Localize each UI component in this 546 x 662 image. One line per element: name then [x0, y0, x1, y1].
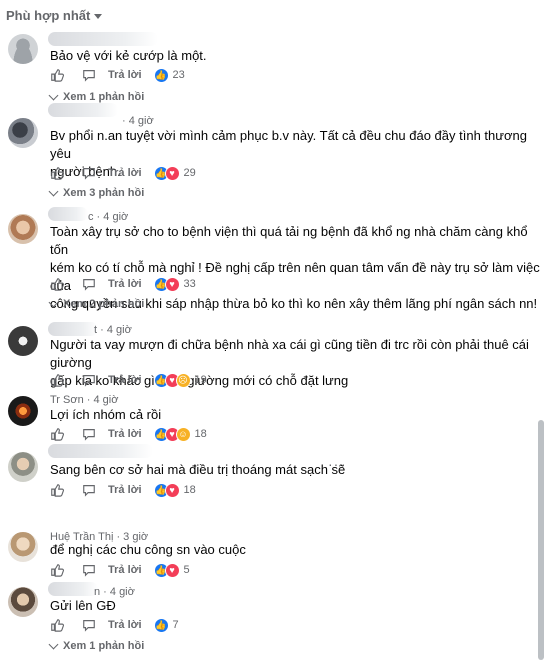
chat-bubble-icon[interactable]: [82, 563, 96, 577]
like-reaction-icon: 👍: [153, 67, 169, 83]
thumbs-up-icon[interactable]: [50, 373, 64, 387]
chat-bubble-icon[interactable]: [82, 373, 96, 387]
commenter-name[interactable]: [48, 582, 98, 596]
reaction-summary[interactable]: 👍 ♥ 18: [153, 482, 196, 498]
comment-actions: Trả lời 👍 23: [50, 67, 185, 83]
comment-actions: Trả lời 👍 ♥ 29: [50, 165, 196, 181]
reaction-summary[interactable]: 👍 ♥ 33: [153, 276, 196, 292]
avatar[interactable]: [8, 326, 38, 356]
reaction-count: 23: [172, 69, 185, 81]
commenter-name[interactable]: [48, 444, 153, 458]
view-replies-label: Xem 1 phản hồi: [63, 91, 145, 103]
chat-bubble-icon[interactable]: [82, 427, 96, 441]
avatar[interactable]: [8, 532, 38, 562]
reaction-summary[interactable]: 👍 ♥ 5: [153, 562, 190, 578]
chat-bubble-icon[interactable]: [82, 68, 96, 82]
thumbs-up-icon[interactable]: [50, 68, 64, 82]
reply-button[interactable]: Trả lời: [108, 69, 142, 81]
love-reaction-icon: ♥: [164, 562, 180, 578]
love-reaction-icon: ♥: [164, 276, 180, 292]
reply-button[interactable]: Trả lời: [108, 564, 142, 576]
view-replies-label: Xem 2 phản hồi: [63, 298, 145, 310]
avatar[interactable]: [8, 118, 38, 148]
reply-button[interactable]: Trả lời: [108, 374, 142, 386]
avatar[interactable]: [8, 587, 38, 617]
reply-button[interactable]: Trả lời: [108, 619, 142, 631]
comment-actions: Trả lời 👍 ♥ 18: [50, 482, 196, 498]
view-replies-link[interactable]: Xem 3 phản hồi: [48, 186, 145, 199]
caret-down-icon: [94, 14, 103, 19]
thumbs-up-icon[interactable]: [50, 618, 64, 632]
chevron-down-icon: [48, 186, 59, 197]
thumbs-up-icon[interactable]: [50, 483, 64, 497]
chevron-down-icon: [48, 90, 59, 101]
thumbs-up-icon[interactable]: [50, 277, 64, 291]
chevron-down-icon: [48, 297, 59, 308]
comment-actions: Trả lời 👍 ♥ ☹ 19: [50, 372, 207, 388]
comment-time: t · 4 giờ: [94, 324, 132, 336]
comment-text: để nghị các chu công sn vào cuộc: [50, 542, 246, 557]
thumbs-up-icon[interactable]: [50, 166, 64, 180]
chat-bubble-icon[interactable]: [82, 483, 96, 497]
avatar[interactable]: [8, 214, 38, 244]
reply-button[interactable]: Trả lời: [108, 278, 142, 290]
scrollbar[interactable]: [538, 420, 544, 660]
avatar[interactable]: [8, 452, 38, 482]
sad-reaction-icon: ☹: [175, 372, 191, 388]
commenter-name[interactable]: [48, 322, 98, 336]
reaction-count: 18: [183, 484, 196, 496]
comment-actions: Trả lời 👍 ♥ ☺ 18: [50, 426, 207, 442]
reaction-summary[interactable]: 👍 ♥ ☹ 19: [153, 372, 207, 388]
view-replies-link[interactable]: Xem 2 phản hồi: [48, 297, 145, 310]
reaction-count: 18: [194, 428, 207, 440]
view-replies-link[interactable]: Xem 1 phản hồi: [48, 90, 145, 103]
view-replies-label: Xem 3 phản hồi: [63, 187, 145, 199]
love-reaction-icon: ♥: [164, 165, 180, 181]
reaction-summary[interactable]: 👍 ♥ 29: [153, 165, 196, 181]
comment-time: Tr Sơn · 4 giờ: [50, 394, 119, 406]
sort-dropdown[interactable]: Phù hợp nhất: [6, 8, 103, 23]
reaction-summary[interactable]: 👍 23: [153, 67, 185, 83]
haha-reaction-icon: ☺: [175, 426, 191, 442]
commenter-name[interactable]: [48, 207, 88, 221]
reply-button[interactable]: Trả lời: [108, 167, 142, 179]
reaction-count: 33: [183, 278, 196, 290]
love-reaction-icon: ♥: [164, 482, 180, 498]
sort-label: Phù hợp nhất: [6, 8, 91, 23]
comment-actions: Trả lời 👍 7: [50, 617, 179, 633]
reaction-count: 19: [194, 374, 207, 386]
comment-actions: Trả lời 👍 ♥ 33: [50, 276, 196, 292]
comment-text: Bảo vệ với kẻ cướp là một.: [50, 48, 207, 63]
chat-bubble-icon[interactable]: [82, 277, 96, 291]
comment-text: Gửi lên GĐ: [50, 598, 116, 613]
reaction-summary[interactable]: 👍 7: [153, 617, 179, 633]
comment-text: Lợi ích nhóm cả rồi: [50, 407, 162, 422]
avatar[interactable]: [8, 396, 38, 426]
view-replies-link[interactable]: Xem 1 phản hồi: [48, 639, 145, 652]
reply-button[interactable]: Trả lời: [108, 428, 142, 440]
chat-bubble-icon[interactable]: [82, 618, 96, 632]
comment-time: c · 4 giờ: [88, 211, 129, 223]
comment-time: · 4 giờ: [122, 115, 154, 127]
commenter-name[interactable]: [48, 103, 118, 117]
reaction-count: 5: [183, 564, 190, 576]
like-reaction-icon: 👍: [153, 617, 169, 633]
reaction-count: 29: [183, 167, 196, 179]
view-replies-label: Xem 1 phản hồi: [63, 640, 145, 652]
chat-bubble-icon[interactable]: [82, 166, 96, 180]
reaction-count: 7: [172, 619, 179, 631]
thumbs-up-icon[interactable]: [50, 563, 64, 577]
avatar[interactable]: [8, 34, 38, 64]
comment-text: Sang bên cơ sở hai mà điều trị thoáng má…: [50, 462, 346, 477]
reaction-summary[interactable]: 👍 ♥ ☺ 18: [153, 426, 207, 442]
comment-actions: Trả lời 👍 ♥ 5: [50, 562, 190, 578]
reply-button[interactable]: Trả lời: [108, 484, 142, 496]
thumbs-up-icon[interactable]: [50, 427, 64, 441]
chevron-down-icon: [48, 639, 59, 650]
commenter-name[interactable]: [48, 32, 158, 46]
